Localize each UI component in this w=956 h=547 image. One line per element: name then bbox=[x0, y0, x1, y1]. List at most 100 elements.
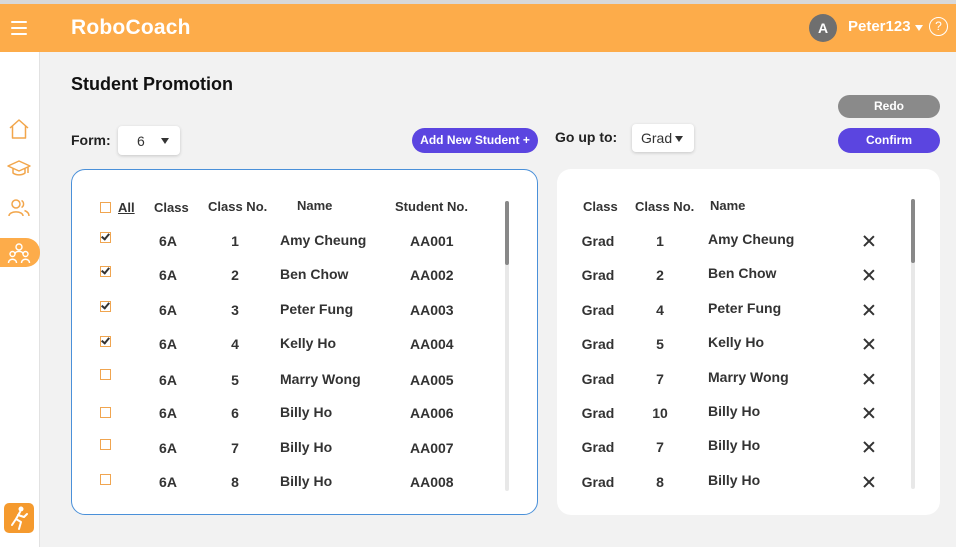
cell-class-no: 8 bbox=[231, 474, 239, 490]
cell-student-no: AA004 bbox=[410, 336, 454, 352]
remove-icon[interactable] bbox=[863, 235, 875, 247]
cell-name: Billy Ho bbox=[708, 403, 761, 419]
cell-class: 6A bbox=[159, 474, 177, 490]
cell-class-no: 1 bbox=[656, 233, 664, 249]
cell-class: Grad bbox=[581, 371, 615, 387]
cell-student-no: AA008 bbox=[410, 474, 454, 490]
cell-student-no: AA005 bbox=[410, 372, 454, 388]
cell-name: Billy Ho bbox=[708, 472, 761, 488]
cell-student-no: AA007 bbox=[410, 440, 454, 456]
home-icon[interactable] bbox=[6, 116, 32, 142]
cell-class-no: 4 bbox=[231, 336, 239, 352]
cell-name: Marry Wong bbox=[708, 369, 789, 385]
scrollbar-thumb[interactable] bbox=[911, 199, 915, 263]
scrollbar[interactable] bbox=[505, 201, 509, 491]
cell-student-no: AA003 bbox=[410, 302, 454, 318]
remove-icon[interactable] bbox=[863, 476, 875, 488]
cell-class-no: 3 bbox=[231, 302, 239, 318]
chevron-down-icon bbox=[675, 136, 683, 142]
page-title: Student Promotion bbox=[71, 74, 233, 94]
row-checkbox[interactable] bbox=[100, 407, 111, 418]
scrollbar[interactable] bbox=[911, 199, 915, 489]
top-bar: RoboCoach A Peter123 ? bbox=[0, 0, 956, 52]
cell-class: 6A bbox=[159, 233, 177, 249]
cell-class: 6A bbox=[159, 372, 177, 388]
sidebar bbox=[0, 52, 40, 547]
cell-student-no: AA002 bbox=[410, 267, 454, 283]
row-checkbox[interactable] bbox=[100, 369, 111, 380]
row-checkbox[interactable] bbox=[100, 231, 111, 243]
remove-icon[interactable] bbox=[863, 441, 875, 453]
go-up-select[interactable]: Grad bbox=[632, 124, 694, 152]
column-header-name: Name bbox=[710, 198, 746, 213]
cell-class-no: 5 bbox=[656, 336, 664, 352]
cell-student-no: AA001 bbox=[410, 233, 454, 249]
cell-class: Grad bbox=[581, 474, 615, 490]
column-header-class-no: Class No. bbox=[208, 199, 268, 214]
brand-logo: RoboCoach bbox=[71, 16, 191, 39]
column-header-class-no: Class No. bbox=[635, 199, 695, 214]
users-icon[interactable] bbox=[6, 195, 32, 221]
add-new-student-button[interactable]: Add New Student + bbox=[412, 128, 538, 153]
cell-class-no: 10 bbox=[652, 405, 668, 421]
cell-name: Billy Ho bbox=[708, 437, 761, 453]
cell-class-no: 8 bbox=[656, 474, 664, 490]
remove-icon[interactable] bbox=[863, 304, 875, 316]
redo-button[interactable]: Redo bbox=[838, 95, 940, 118]
student-group-icon[interactable] bbox=[6, 240, 32, 266]
cell-class: 6A bbox=[159, 405, 177, 421]
runner-logo-icon bbox=[4, 503, 34, 533]
remove-icon[interactable] bbox=[863, 338, 875, 350]
cell-class-no: 7 bbox=[656, 439, 664, 455]
cell-class-no: 2 bbox=[231, 267, 239, 283]
scrollbar-thumb[interactable] bbox=[505, 201, 509, 265]
cell-student-no: AA006 bbox=[410, 405, 454, 421]
cell-class-no: 7 bbox=[656, 371, 664, 387]
cell-class-no: 4 bbox=[656, 302, 664, 318]
go-up-select-value: Grad bbox=[641, 130, 673, 146]
cell-name: Peter Fung bbox=[280, 301, 354, 317]
row-checkbox[interactable] bbox=[100, 300, 111, 312]
cell-class: Grad bbox=[581, 302, 615, 318]
column-header-name: Name bbox=[297, 198, 333, 213]
column-header-class: Class bbox=[154, 200, 189, 215]
row-checkbox[interactable] bbox=[100, 265, 111, 277]
select-all-checkbox[interactable] bbox=[100, 202, 111, 213]
form-label: Form: bbox=[71, 132, 111, 148]
remove-icon[interactable] bbox=[863, 407, 875, 419]
cell-class: Grad bbox=[581, 439, 615, 455]
column-header-student-no: Student No. bbox=[395, 199, 468, 214]
promoted-list-panel: Class Class No. Name Grad 1 Amy Cheung Grad… bbox=[557, 169, 940, 515]
chevron-down-icon[interactable] bbox=[915, 25, 923, 31]
cell-class: Grad bbox=[581, 267, 615, 283]
cell-class: Grad bbox=[581, 405, 615, 421]
cell-name: Billy Ho bbox=[280, 404, 333, 420]
cell-class: 6A bbox=[159, 440, 177, 456]
cell-class: 6A bbox=[159, 267, 177, 283]
select-all-label[interactable]: All bbox=[118, 200, 135, 215]
cell-class: 6A bbox=[159, 302, 177, 318]
cell-class-no: 6 bbox=[231, 405, 239, 421]
go-up-label: Go up to: bbox=[555, 129, 618, 145]
cell-name: Kelly Ho bbox=[708, 334, 765, 350]
row-checkbox[interactable] bbox=[100, 335, 111, 347]
cell-class-no: 5 bbox=[231, 372, 239, 388]
row-checkbox[interactable] bbox=[100, 474, 111, 485]
cell-name: Peter Fung bbox=[708, 300, 782, 316]
cell-class: Grad bbox=[581, 336, 615, 352]
student-list-panel: All Class Class No. Name Student No. 6A 1… bbox=[71, 169, 538, 515]
cell-name: Ben Chow bbox=[708, 265, 777, 281]
form-select[interactable]: 6 bbox=[118, 126, 180, 155]
row-checkbox[interactable] bbox=[100, 439, 111, 450]
remove-icon[interactable] bbox=[863, 269, 875, 281]
cell-name: Billy Ho bbox=[280, 473, 333, 489]
form-select-value: 6 bbox=[137, 133, 145, 149]
graduation-cap-icon[interactable] bbox=[6, 155, 32, 181]
cell-class-no: 1 bbox=[231, 233, 239, 249]
hamburger-menu-icon[interactable] bbox=[11, 21, 27, 35]
username[interactable]: Peter123 bbox=[848, 18, 911, 35]
confirm-button[interactable]: Confirm bbox=[838, 128, 940, 153]
help-icon[interactable]: ? bbox=[929, 17, 948, 36]
avatar[interactable]: A bbox=[809, 14, 837, 42]
remove-icon[interactable] bbox=[863, 373, 875, 385]
